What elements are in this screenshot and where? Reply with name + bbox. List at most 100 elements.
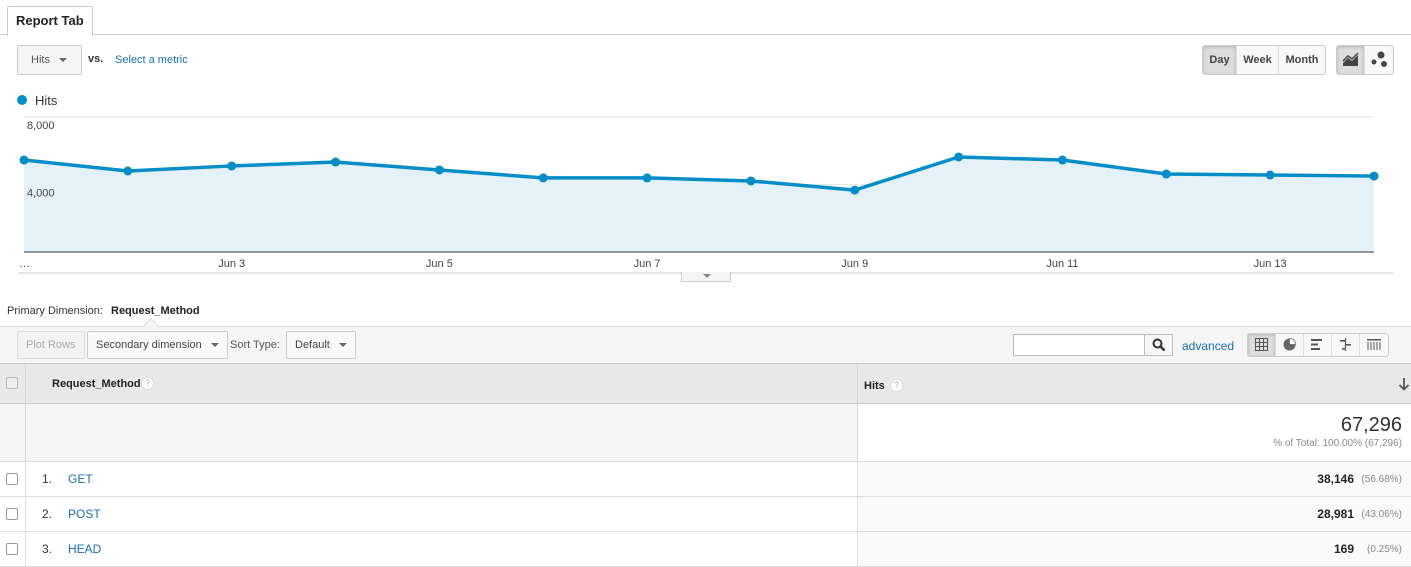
- table-row: 2. POST 28,981 (43.06%): [0, 497, 1411, 532]
- row-hits-percent: (0.25%): [1366, 544, 1402, 555]
- motion-chart-icon: [1371, 51, 1387, 67]
- data-point: [19, 155, 29, 165]
- row-separator: [25, 497, 26, 531]
- x-tick-label: Jun 3: [218, 258, 245, 270]
- vs-label: vs.: [88, 53, 104, 65]
- row-hits-percent: (43.06%): [1361, 509, 1402, 520]
- row-dimension-link[interactable]: GET: [68, 472, 93, 486]
- x-tick-label: Jun 7: [634, 258, 661, 270]
- chevron-down-icon: [210, 343, 219, 348]
- data-point: [1369, 171, 1379, 181]
- metric-dropdown[interactable]: Hits: [17, 45, 82, 75]
- data-point: [434, 165, 444, 175]
- table-row: 3. HEAD 169 (0.25%): [0, 532, 1411, 567]
- data-point: [746, 176, 756, 186]
- row-hits-value: 38,146: [1317, 472, 1354, 486]
- row-separator: [857, 532, 858, 566]
- table-view-button-group: [1247, 333, 1389, 357]
- sort-type-dropdown[interactable]: Default: [286, 331, 356, 359]
- data-point: [1161, 169, 1171, 179]
- data-point: [1265, 170, 1275, 180]
- y-tick-label: 8,000: [27, 120, 55, 132]
- data-point: [538, 173, 548, 183]
- hits-line-chart: 4,000 8,000 … Jun 3 Jun 5 Jun 7 Jun 9 Jun 11 Ju…: [18, 116, 1393, 274]
- hits-area-fill: [24, 156, 1374, 252]
- row-separator: [25, 462, 26, 496]
- data-point: [331, 157, 341, 167]
- row-index: 2.: [42, 507, 53, 521]
- search-icon: [1152, 338, 1166, 352]
- chevron-down-icon: [338, 343, 347, 348]
- line-chart-icon: [1341, 52, 1359, 66]
- data-point: [1057, 155, 1067, 165]
- pie-view-icon: [1283, 338, 1296, 351]
- data-point: [850, 185, 860, 195]
- select-all-checkbox[interactable]: [6, 377, 18, 389]
- chart-type-button-group: [1336, 45, 1394, 75]
- row-separator: [857, 497, 858, 531]
- column-header-hits[interactable]: Hits: [864, 380, 885, 392]
- row-hits-value: 28,981: [1317, 507, 1354, 521]
- sort-descending-icon[interactable]: [1398, 377, 1410, 391]
- row-dimension-link[interactable]: POST: [68, 507, 101, 521]
- motion-chart-button[interactable]: [1365, 46, 1393, 74]
- period-button-group: Day Week Month: [1202, 45, 1326, 75]
- column-header-request-method[interactable]: Request_Method: [52, 378, 141, 390]
- data-point: [642, 173, 652, 183]
- secondary-dimension-label: Secondary dimension: [96, 339, 202, 351]
- row-index: 1.: [42, 472, 53, 486]
- tab-bar: [0, 0, 1411, 35]
- tab-report[interactable]: Report Tab: [7, 6, 93, 36]
- data-point: [954, 152, 964, 162]
- plot-rows-button[interactable]: Plot Rows: [17, 331, 85, 359]
- sort-type-value: Default: [295, 339, 330, 351]
- comparison-view-icon: [1340, 338, 1351, 351]
- table-view-button[interactable]: [1248, 334, 1276, 356]
- line-chart-button[interactable]: [1337, 46, 1365, 74]
- week-button[interactable]: Week: [1237, 46, 1279, 74]
- help-icon[interactable]: ?: [141, 377, 154, 390]
- help-icon[interactable]: ?: [890, 379, 903, 392]
- row-hits-percent: (56.68%): [1361, 474, 1402, 485]
- comparison-view-button[interactable]: [1332, 334, 1360, 356]
- primary-dimension-value[interactable]: Request_Method: [111, 305, 200, 317]
- x-tick-label: Jun 5: [426, 258, 453, 270]
- metric-cell-bg: [857, 532, 1411, 566]
- row-hits-value: 169: [1333, 542, 1354, 556]
- bar-view-button[interactable]: [1304, 334, 1332, 356]
- advanced-filter-link[interactable]: advanced: [1182, 339, 1234, 353]
- table-header: [0, 364, 1411, 404]
- day-button[interactable]: Day: [1203, 46, 1237, 74]
- row-dimension-link[interactable]: HEAD: [68, 542, 101, 556]
- table-search-input[interactable]: [1013, 334, 1145, 356]
- total-hits-value: 67,296: [1340, 414, 1402, 436]
- row-checkbox[interactable]: [6, 473, 18, 485]
- chevron-down-icon: [58, 58, 67, 63]
- row-separator: [25, 532, 26, 566]
- row-index: 3.: [42, 542, 53, 556]
- collapse-chart-handle[interactable]: [681, 272, 731, 282]
- row-checkbox[interactable]: [6, 543, 18, 555]
- collapse-arrow-icon: [703, 274, 711, 278]
- row-separator: [857, 462, 858, 496]
- x-tick-label: …: [19, 258, 30, 270]
- total-hits-percent: % of Total: 100.00% (67,296): [1273, 438, 1402, 449]
- checkbox-column-separator: [25, 404, 26, 461]
- pie-view-button[interactable]: [1276, 334, 1304, 356]
- y-tick-label: 4,000: [27, 188, 55, 200]
- select-metric-link[interactable]: Select a metric: [115, 54, 188, 66]
- secondary-dimension-dropdown[interactable]: Secondary dimension: [87, 331, 228, 359]
- bar-view-icon: [1311, 339, 1322, 350]
- primary-dimension-label: Primary Dimension:: [7, 305, 103, 317]
- pivot-view-button[interactable]: [1360, 334, 1388, 356]
- pivot-view-icon: [1367, 339, 1381, 350]
- sort-type-label: Sort Type:: [230, 339, 280, 351]
- search-button[interactable]: [1144, 334, 1173, 356]
- data-point: [123, 166, 133, 176]
- metric-column-separator: [857, 404, 858, 461]
- x-tick-label: Jun 13: [1254, 258, 1287, 270]
- month-button[interactable]: Month: [1279, 46, 1325, 74]
- data-point: [227, 161, 237, 171]
- x-tick-label: Jun 9: [841, 258, 868, 270]
- row-checkbox[interactable]: [6, 508, 18, 520]
